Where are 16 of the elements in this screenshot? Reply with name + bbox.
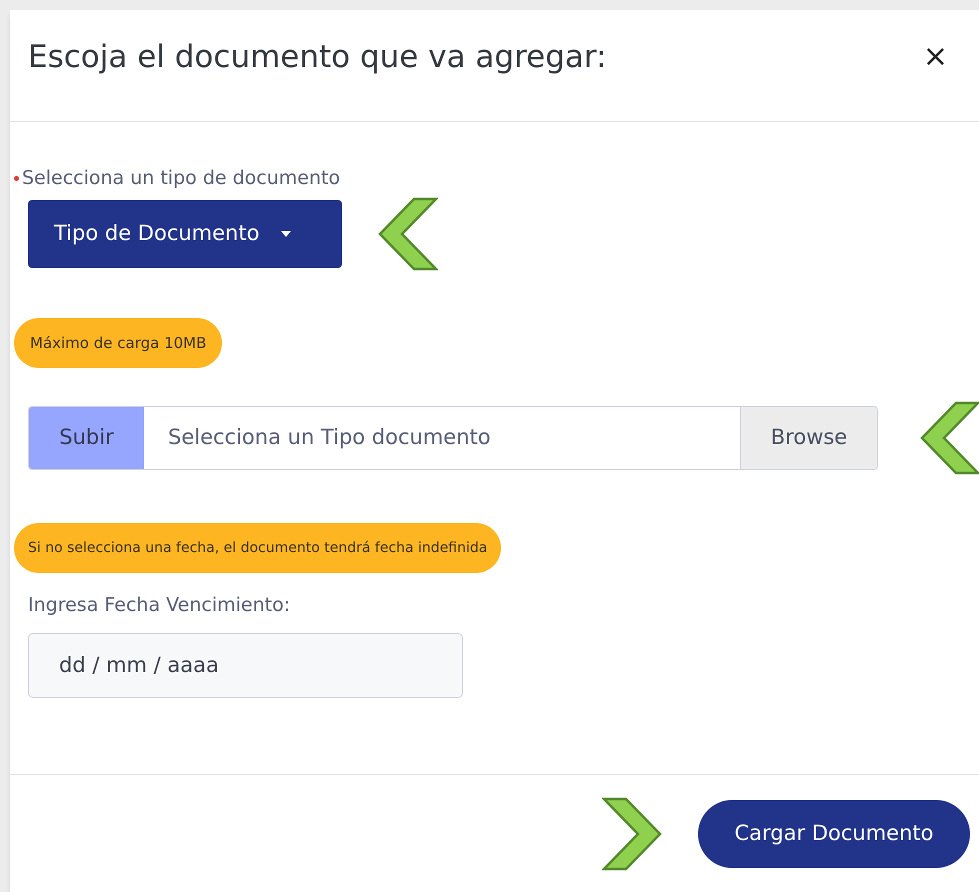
browse-button[interactable]: Browse	[741, 407, 877, 469]
date-input[interactable]: dd / mm / aaaa	[28, 632, 463, 698]
date-notice-badge: Si no selecciona una fecha, el documento tendrá fecha indefinida	[14, 523, 502, 573]
modal-title: Escoja el documento que va agregar:	[28, 38, 607, 77]
field-label: Selecciona un tipo de documento	[22, 166, 340, 191]
close-button[interactable]: ×	[922, 42, 948, 72]
upload-label: Subir	[29, 407, 144, 469]
chevron-left-icon	[378, 197, 438, 271]
field-label: Ingresa Fecha Vencimiento:	[28, 593, 292, 618]
file-upload-field[interactable]: Subir Selecciona un Tipo documento Browse	[28, 406, 878, 470]
chevron-left-icon	[920, 401, 979, 475]
upload-document-button[interactable]: Cargar Documento	[698, 800, 970, 868]
caret-icon	[281, 231, 292, 237]
chevron-right-icon	[602, 797, 662, 871]
document-type-dropdown[interactable]: Tipo de Documento	[28, 200, 342, 268]
size-limit-badge: Máximo de carga 10MB	[14, 318, 222, 368]
